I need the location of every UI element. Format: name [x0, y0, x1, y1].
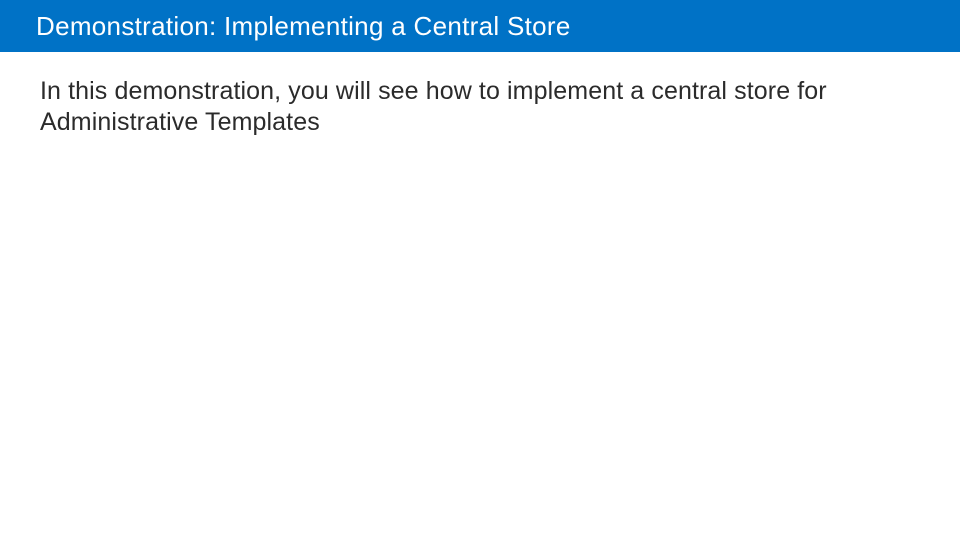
slide-title: Demonstration: Implementing a Central St… — [36, 11, 571, 42]
slide-content-area: In this demonstration, you will see how … — [0, 52, 960, 139]
slide-header-bar: Demonstration: Implementing a Central St… — [0, 0, 960, 52]
slide-body-text: In this demonstration, you will see how … — [40, 76, 920, 139]
